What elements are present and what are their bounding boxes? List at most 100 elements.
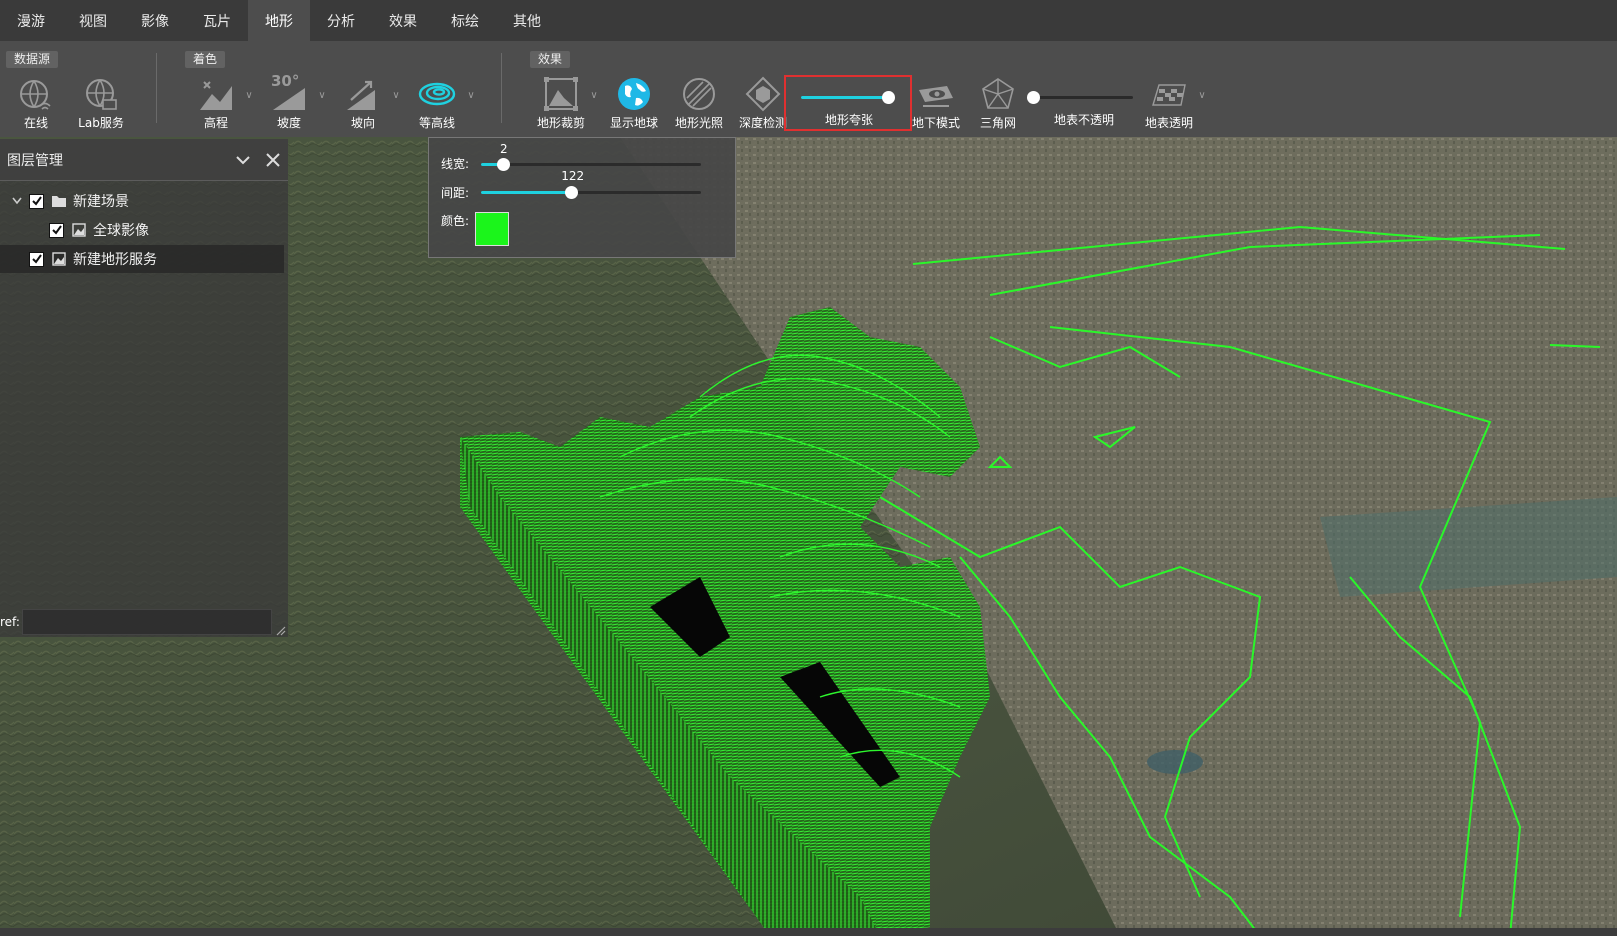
surface-opacity-label: 地表不透明: [1054, 113, 1115, 127]
online-label: 在线: [23, 116, 48, 130]
slider-thumb[interactable]: [565, 186, 579, 199]
slope-dropdown-icon[interactable]: ∨: [316, 90, 328, 102]
group-separator: [501, 53, 502, 123]
exaggeration-highlight-box: [784, 75, 912, 131]
layer-checkbox[interactable]: [49, 222, 64, 238]
lab-service-button[interactable]: Lab服务: [71, 75, 131, 131]
image-layer-icon: [71, 222, 87, 238]
globe-icon: [614, 75, 654, 113]
group-title-coloring: 着色: [185, 51, 226, 68]
globe-wifi-icon: [16, 75, 56, 113]
spacing-label: 间距:: [441, 186, 470, 200]
close-icon: [266, 152, 280, 167]
aspect-label: 坡向: [350, 116, 375, 130]
group-title-datasource: 数据源: [6, 51, 59, 68]
surface-opacity-slider[interactable]: [1027, 88, 1133, 108]
resize-grip-icon[interactable]: [276, 626, 286, 636]
tree-node-terrain-service[interactable]: 新建地形服务: [0, 245, 284, 273]
status-bar: [0, 928, 1617, 936]
slope-degree-text: 30°: [271, 72, 300, 90]
elevation-dropdown-icon[interactable]: ∨: [243, 90, 255, 102]
line-width-label: 线宽:: [441, 157, 470, 171]
surface-transparent-button[interactable]: 地表透明: [1139, 75, 1199, 131]
online-button[interactable]: 在线: [6, 75, 66, 131]
collapse-button[interactable]: [228, 145, 258, 175]
group-title-effects: 效果: [530, 51, 571, 68]
menu-roam[interactable]: 漫游: [0, 0, 62, 41]
depth-test-icon: [743, 75, 783, 113]
elevation-label: 高程: [203, 116, 228, 130]
spacing-value: 122: [561, 169, 585, 183]
layer-panel-title: 图层管理: [7, 152, 63, 169]
tree-node-scene[interactable]: 新建场景: [9, 187, 279, 215]
layer-checkbox[interactable]: [29, 193, 44, 209]
menu-plot[interactable]: 标绘: [434, 0, 496, 41]
show-globe-label: 显示地球: [609, 116, 658, 130]
terrain-clip-dropdown-icon[interactable]: ∨: [588, 90, 600, 102]
terrain-lighting-button[interactable]: 地形光照: [669, 75, 729, 131]
lab-service-label: Lab服务: [78, 116, 124, 130]
slider-track: [481, 163, 701, 166]
underground-mode-label: 地下模式: [911, 116, 960, 130]
globe-server-icon: [81, 75, 121, 113]
triangle-mesh-label: 三角网: [979, 116, 1016, 130]
layer-panel-header: 图层管理: [0, 139, 288, 181]
menu-tiles[interactable]: 瓦片: [186, 0, 248, 41]
spacing-slider[interactable]: [481, 185, 701, 201]
slider-thumb[interactable]: [497, 158, 510, 171]
menu-other[interactable]: 其他: [496, 0, 558, 41]
contour-settings-popup: 2 线宽: 122 间距: 颜色:: [428, 137, 736, 258]
underground-mode-button[interactable]: 地下模式: [906, 75, 966, 131]
slider-fill: [481, 191, 572, 194]
slope-button[interactable]: 30° 坡度: [259, 72, 319, 131]
menu-view[interactable]: 视图: [62, 0, 124, 41]
elevation-icon: [196, 75, 236, 113]
line-width-value: 2: [500, 142, 508, 156]
tree-node-label: 新建场景: [73, 194, 129, 210]
contour-icon: [417, 75, 457, 113]
surface-transparent-dropdown-icon[interactable]: ∨: [1196, 90, 1208, 102]
color-picker-swatch[interactable]: [475, 212, 509, 246]
depth-test-label: 深度检测: [738, 116, 787, 130]
slope-label: 坡度: [276, 116, 301, 130]
terrain-clip-button[interactable]: 地形裁剪: [531, 75, 591, 131]
color-label: 颜色:: [441, 214, 470, 228]
menu-effects[interactable]: 效果: [372, 0, 434, 41]
folder-icon: [51, 193, 67, 209]
image-layer-icon: [51, 251, 67, 267]
triangle-mesh-icon: [978, 75, 1018, 113]
menu-analysis[interactable]: 分析: [310, 0, 372, 41]
layer-manager-panel: 图层管理 新建场景 全球影像 新建地形服务 ref:: [0, 139, 288, 637]
tree-node-label: 新建地形服务: [73, 252, 157, 268]
main-menu: 漫游 视图 影像 瓦片 地形 分析 效果 标绘 其他: [0, 0, 1617, 41]
group-separator: [156, 53, 157, 123]
close-button[interactable]: [258, 145, 288, 175]
expand-toggle-icon[interactable]: [9, 193, 25, 209]
triangle-mesh-button[interactable]: 三角网: [968, 75, 1028, 131]
menu-imagery[interactable]: 影像: [124, 0, 186, 41]
aspect-button[interactable]: 坡向: [333, 75, 393, 131]
slider-thumb[interactable]: [1027, 91, 1040, 104]
contour-button[interactable]: 等高线: [407, 75, 467, 131]
show-globe-button[interactable]: 显示地球: [604, 75, 664, 131]
contour-label: 等高线: [418, 116, 455, 130]
checkerboard-icon: [1149, 75, 1189, 113]
chevron-down-icon: [236, 155, 250, 164]
tree-node-global-imagery[interactable]: 全球影像: [49, 216, 279, 244]
terrain-lighting-label: 地形光照: [674, 116, 723, 130]
menu-terrain[interactable]: 地形: [248, 0, 310, 41]
terrain-clip-label: 地形裁剪: [536, 116, 585, 130]
ref-label: ref:: [0, 615, 20, 629]
layer-checkbox[interactable]: [29, 251, 44, 267]
underground-mode-icon: [916, 75, 956, 113]
slope-icon: 30°: [269, 72, 309, 113]
contour-dropdown-icon[interactable]: ∨: [465, 90, 477, 102]
line-width-slider[interactable]: [481, 157, 701, 173]
tree-node-label: 全球影像: [93, 223, 149, 239]
surface-transparent-label: 地表透明: [1144, 116, 1193, 130]
aspect-dropdown-icon[interactable]: ∨: [390, 90, 402, 102]
aspect-icon: [343, 75, 383, 113]
elevation-button[interactable]: 高程: [186, 75, 246, 131]
ref-input[interactable]: [22, 609, 272, 635]
terrain-clip-icon: [541, 75, 581, 113]
